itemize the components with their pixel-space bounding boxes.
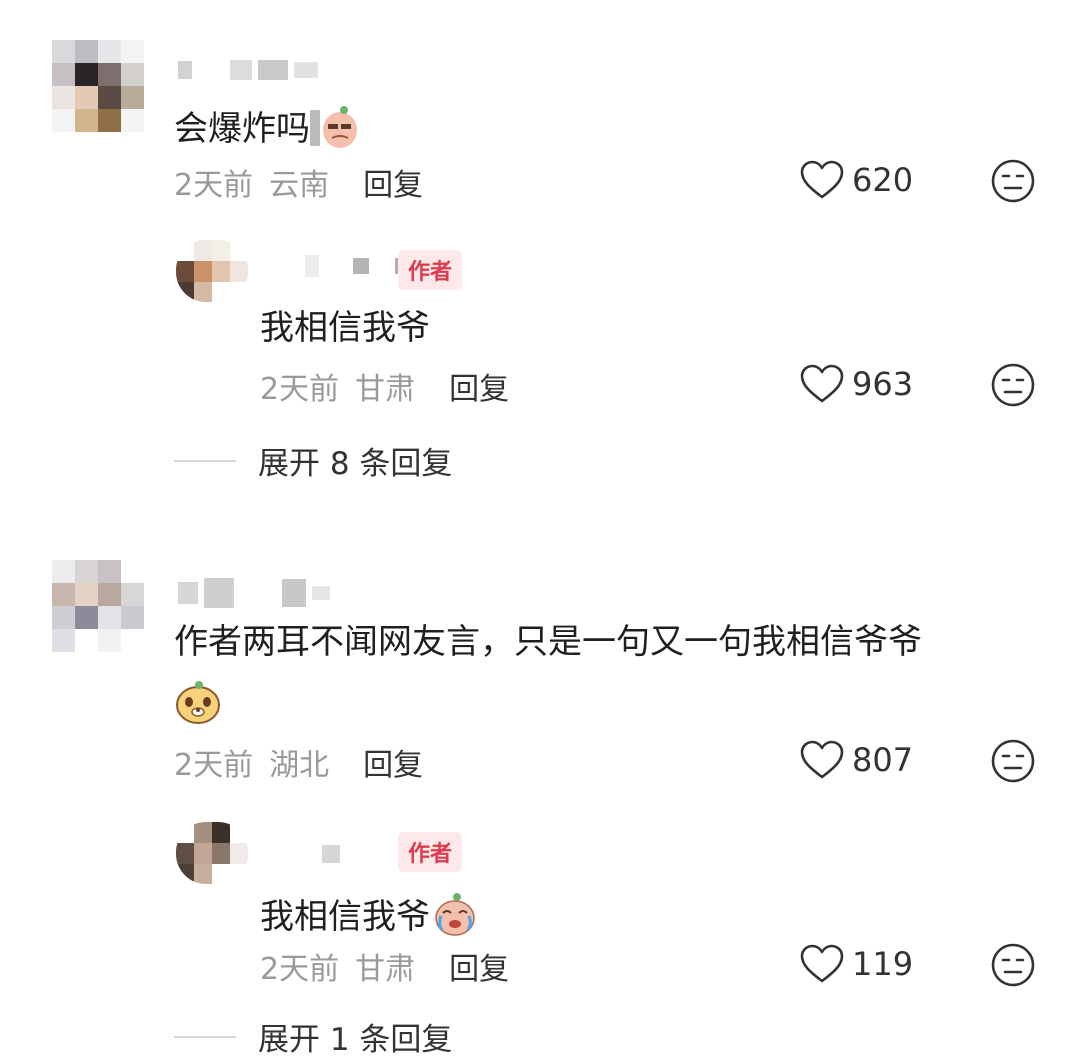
like-button[interactable]: 807	[800, 740, 913, 780]
comment-text: 作者两耳不闻网友言，只是一句又一句我相信爷爷	[174, 622, 922, 662]
like-button[interactable]: 963	[800, 364, 913, 404]
like-count: 119	[852, 945, 914, 983]
author-badge: 作者	[398, 832, 463, 872]
timestamp: 2天前	[260, 952, 340, 987]
username[interactable]	[305, 255, 411, 277]
dog-sticker-icon	[174, 678, 222, 730]
avatar[interactable]	[176, 240, 248, 302]
author-badge: 作者	[398, 250, 463, 290]
reply-text: 我相信我爷	[260, 308, 430, 348]
expand-replies-button[interactable]: 展开 8 条回复	[174, 438, 452, 483]
reply-meta: 2天前 甘肃 回复	[260, 364, 509, 408]
expand-replies-button[interactable]: 展开 1 条回复	[174, 1014, 452, 1059]
neutral-face-icon[interactable]	[990, 942, 1036, 988]
heart-outline-icon	[800, 740, 844, 779]
avatar[interactable]	[52, 40, 144, 132]
location: 湖北	[269, 748, 330, 783]
like-count: 807	[852, 741, 914, 779]
reply-button[interactable]: 回复	[363, 160, 423, 204]
like-button[interactable]: 119	[800, 944, 913, 984]
expand-replies-label: 展开 1 条回复	[258, 1022, 453, 1058]
location: 甘肃	[355, 952, 416, 987]
username[interactable]	[178, 60, 318, 80]
reply-meta: 2天前 甘肃 回复	[260, 944, 509, 988]
bean-sticker-icon	[310, 100, 360, 161]
like-count: 963	[852, 365, 914, 403]
neutral-face-icon[interactable]	[990, 738, 1036, 784]
username[interactable]	[322, 845, 340, 863]
timestamp: 2天前	[260, 372, 340, 407]
like-button[interactable]: 620	[800, 160, 913, 200]
comment-text: 会爆炸吗	[174, 100, 360, 161]
timestamp: 2天前	[174, 748, 254, 783]
crying-bean-sticker-icon	[430, 888, 480, 949]
reply-text: 我相信我爷	[260, 888, 480, 949]
like-count: 620	[852, 161, 914, 199]
username[interactable]	[178, 578, 330, 608]
reply-button[interactable]: 回复	[449, 944, 509, 988]
heart-outline-icon	[800, 364, 844, 403]
heart-outline-icon	[800, 160, 844, 199]
reply-button[interactable]: 回复	[449, 364, 509, 408]
divider	[174, 459, 236, 462]
avatar[interactable]	[176, 822, 248, 884]
timestamp: 2天前	[174, 168, 254, 203]
divider	[174, 1035, 236, 1038]
location: 甘肃	[355, 372, 416, 407]
heart-outline-icon	[800, 944, 844, 983]
comment-meta: 2天前 云南 回复	[174, 160, 423, 204]
location: 云南	[269, 168, 330, 203]
avatar[interactable]	[52, 560, 144, 652]
reply-button[interactable]: 回复	[363, 740, 423, 784]
neutral-face-icon[interactable]	[990, 158, 1036, 204]
expand-replies-label: 展开 8 条回复	[258, 446, 453, 482]
neutral-face-icon[interactable]	[990, 362, 1036, 408]
comment-meta: 2天前 湖北 回复	[174, 740, 423, 784]
